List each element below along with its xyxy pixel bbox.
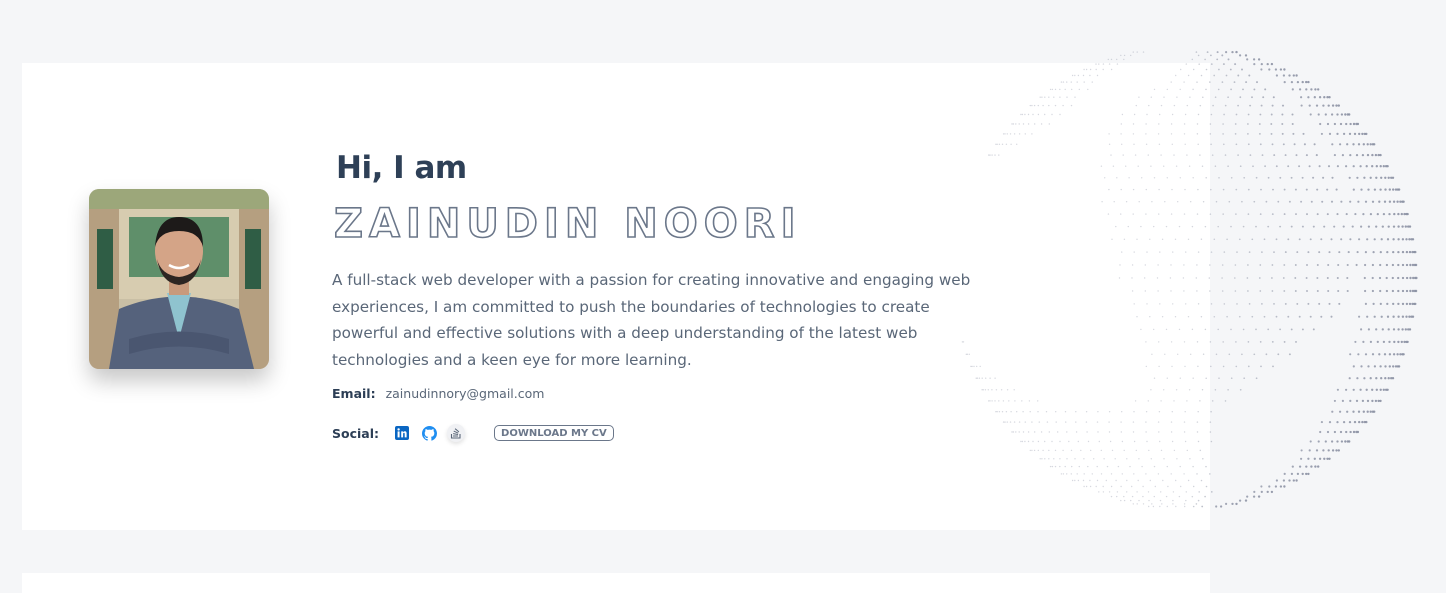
- github-icon[interactable]: [420, 424, 438, 442]
- profile-photo: [89, 189, 269, 369]
- email-value: zainudinnory@gmail.com: [385, 386, 545, 401]
- social-icons: [393, 424, 474, 442]
- linkedin-icon[interactable]: [393, 424, 411, 442]
- email-row: Email: zainudinnory@gmail.com: [332, 386, 544, 401]
- stack-overflow-icon[interactable]: [447, 424, 466, 442]
- social-label: Social:: [332, 425, 380, 441]
- social-row: Social: DOWNLOAD MY CV: [332, 424, 614, 442]
- next-section-card: [22, 573, 1210, 593]
- download-cv-button[interactable]: DOWNLOAD MY CV: [494, 425, 614, 441]
- email-label: Email:: [332, 386, 376, 401]
- greeting-heading: Hi, I am: [336, 150, 467, 186]
- bio-paragraph: A full-stack web developer with a passio…: [332, 271, 971, 369]
- name-heading: ZAINUDIN NOORI: [333, 200, 802, 248]
